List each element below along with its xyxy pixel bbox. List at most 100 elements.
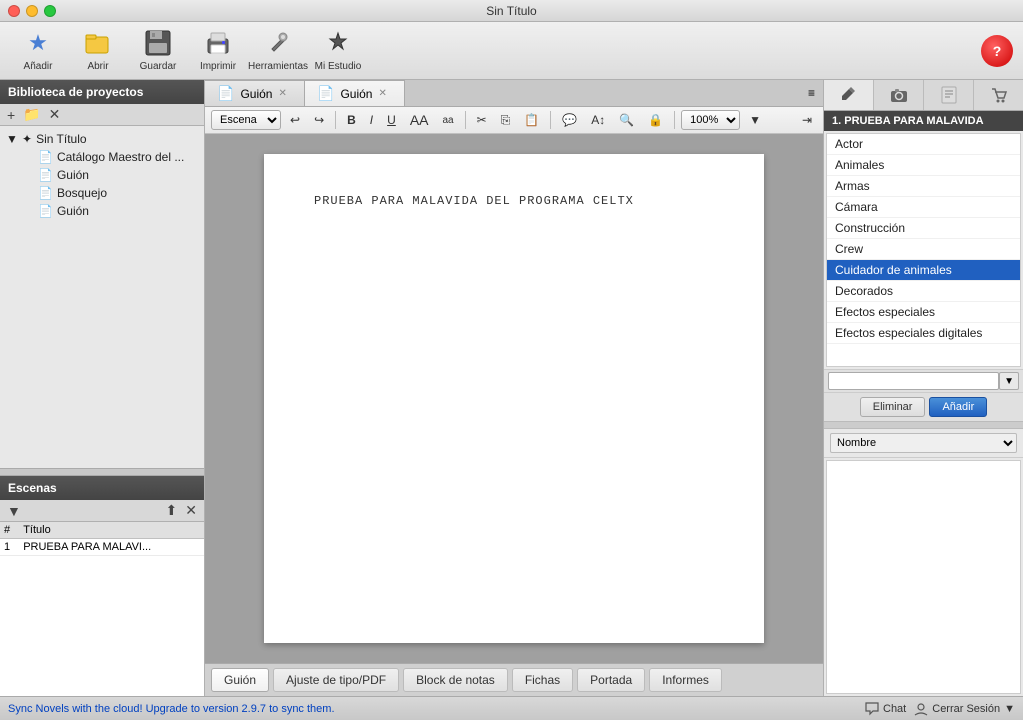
panel-list-item[interactable]: Crew: [827, 239, 1020, 260]
tools-button[interactable]: Herramientas: [250, 26, 306, 76]
tree-item-guion2[interactable]: 📄 Guión: [0, 202, 204, 220]
print-button[interactable]: Imprimir: [190, 26, 246, 76]
scene-heading[interactable]: PRUEBA PARA MALAVIDA DEL PROGRAMA CELTX: [314, 194, 714, 208]
panel-list-item[interactable]: Cámara: [827, 197, 1020, 218]
tab-guion-2[interactable]: 📄 Guión ✕: [305, 80, 405, 106]
session-icon: [914, 702, 928, 716]
search-button[interactable]: 🔍: [614, 111, 639, 129]
panel-add-button[interactable]: Añadir: [929, 397, 987, 417]
session-button[interactable]: Cerrar Sesión ▼: [914, 702, 1015, 716]
right-panel: 1. PRUEBA PARA MALAVIDA ActorAnimalesArm…: [823, 80, 1023, 696]
font-button[interactable]: A↕: [586, 111, 610, 129]
tab-portada[interactable]: Portada: [577, 668, 645, 692]
panel-list-item[interactable]: Animales: [827, 155, 1020, 176]
tab-guion-1[interactable]: 📄 Guión ✕: [205, 80, 305, 106]
panel-tab-camera[interactable]: [874, 80, 924, 110]
scenes-header: Escenas: [0, 476, 204, 500]
panel-search-input[interactable]: [828, 372, 999, 390]
bold-button[interactable]: B: [342, 111, 361, 129]
library-header: Biblioteca de proyectos: [0, 80, 204, 104]
sidebar: Biblioteca de proyectos + 📁 ✕ ▼ ✦ Sin Tí…: [0, 80, 205, 696]
tab-icon-1: 📄: [217, 85, 234, 102]
scenes-expand-btn[interactable]: ▼: [4, 502, 24, 519]
scene-row[interactable]: 1 PRUEBA PARA MALAVI...: [0, 539, 204, 556]
maximize-button[interactable]: [44, 5, 56, 17]
scene-type-select[interactable]: Escena: [211, 110, 281, 130]
tab-guion[interactable]: Guión: [211, 668, 269, 692]
redo-button[interactable]: ↪: [309, 111, 329, 129]
paste-button[interactable]: 📋: [519, 111, 544, 129]
library-folder-btn[interactable]: 📁: [20, 106, 43, 123]
panel-list-item[interactable]: Armas: [827, 176, 1020, 197]
scenes-delete-btn[interactable]: ✕: [182, 502, 200, 519]
lock-button[interactable]: 🔒: [643, 111, 668, 129]
panel-list-item[interactable]: Cuidador de animales: [827, 260, 1020, 281]
tree-item-project[interactable]: ▼ ✦ Sin Título: [0, 130, 204, 148]
help-button[interactable]: ?: [981, 35, 1013, 67]
add-icon: ★: [24, 29, 52, 57]
add-button[interactable]: ★ Añadir: [10, 26, 66, 76]
tabs-settings[interactable]: ≡: [800, 82, 823, 104]
zoom-select[interactable]: 100%: [681, 110, 740, 130]
panel-list-item[interactable]: Efectos especiales digitales: [827, 323, 1020, 344]
studio-icon: [324, 29, 352, 57]
panel-search-dropdown[interactable]: ▼: [999, 372, 1019, 390]
save-label: Guardar: [140, 61, 177, 72]
panel-divider: [824, 421, 1023, 429]
library-add-btn[interactable]: +: [4, 106, 18, 123]
chat-icon: [865, 702, 879, 716]
window-controls[interactable]: [8, 5, 56, 17]
panel-list-item[interactable]: Efectos especiales: [827, 302, 1020, 323]
zoom-btn[interactable]: ▼: [744, 111, 766, 129]
save-button[interactable]: Guardar: [130, 26, 186, 76]
tab-close-1[interactable]: ✕: [278, 88, 286, 99]
undo-button[interactable]: ↩: [285, 111, 305, 129]
studio-button[interactable]: Mi Estudio: [310, 26, 366, 76]
minimize-button[interactable]: [26, 5, 38, 17]
status-bar-right: Chat Cerrar Sesión ▼: [865, 702, 1015, 716]
panel-list-item[interactable]: Decorados: [827, 281, 1020, 302]
panel-tab-cart[interactable]: [974, 80, 1023, 110]
cut-button[interactable]: ✂: [472, 111, 492, 129]
panel-tab-script[interactable]: [924, 80, 974, 110]
scenes-add-btn[interactable]: ⬆: [163, 502, 181, 519]
format-bar: Escena ↩ ↪ B I U AA aa ✂ ⎘ 📋 💬 A↕ 🔍 🔒 10…: [205, 107, 823, 134]
chat-label: Chat: [883, 703, 906, 715]
underline-button[interactable]: U: [382, 111, 401, 129]
name-dropdown[interactable]: Nombre: [830, 433, 1017, 453]
panel-tab-pencil[interactable]: [824, 80, 874, 110]
doc-icon-4: 📄: [38, 204, 53, 218]
scenes-table: # Título 1 PRUEBA PARA MALAVI...: [0, 522, 204, 696]
tree-item-guion1[interactable]: 📄 Guión: [0, 166, 204, 184]
tree-item-bosquejo[interactable]: 📄 Bosquejo: [0, 184, 204, 202]
chat-button[interactable]: Chat: [865, 702, 906, 716]
panel-list-item[interactable]: Construcción: [827, 218, 1020, 239]
font-size-up-button[interactable]: AA: [405, 110, 434, 130]
tab-informes[interactable]: Informes: [649, 668, 722, 692]
tab-ajuste[interactable]: Ajuste de tipo/PDF: [273, 668, 399, 692]
project-tree: ▼ ✦ Sin Título 📄 Catálogo Maestro del ..…: [0, 126, 204, 468]
copy-button[interactable]: ⎘: [496, 111, 516, 130]
panel-list-item[interactable]: Actor: [827, 134, 1020, 155]
close-button[interactable]: [8, 5, 20, 17]
library-delete-btn[interactable]: ✕: [46, 106, 64, 123]
editor-canvas[interactable]: PRUEBA PARA MALAVIDA DEL PROGRAMA CELTX: [205, 134, 823, 663]
tree-item-catalog[interactable]: 📄 Catálogo Maestro del ...: [0, 148, 204, 166]
tab-fichas[interactable]: Fichas: [512, 668, 573, 692]
page: PRUEBA PARA MALAVIDA DEL PROGRAMA CELTX: [264, 154, 764, 643]
italic-button[interactable]: I: [365, 111, 378, 129]
tools-label: Herramientas: [248, 61, 308, 72]
status-bar: Sync Novels with the cloud! Upgrade to v…: [0, 696, 1023, 720]
comment-button[interactable]: 💬: [557, 111, 582, 129]
tab-block[interactable]: Block de notas: [403, 668, 508, 692]
expand-btn[interactable]: ⇥: [797, 111, 817, 129]
panel-content-area: [826, 460, 1021, 694]
sync-text[interactable]: Sync Novels with the cloud! Upgrade to v…: [8, 703, 335, 715]
open-button[interactable]: Abrir: [70, 26, 126, 76]
font-size-down-button[interactable]: aa: [438, 113, 459, 128]
delete-button[interactable]: Eliminar: [860, 397, 926, 417]
main-layout: Biblioteca de proyectos + 📁 ✕ ▼ ✦ Sin Tí…: [0, 80, 1023, 696]
tab-close-2[interactable]: ✕: [378, 88, 386, 99]
divider-3: [550, 111, 551, 129]
title-bar: Sin Título: [0, 0, 1023, 22]
